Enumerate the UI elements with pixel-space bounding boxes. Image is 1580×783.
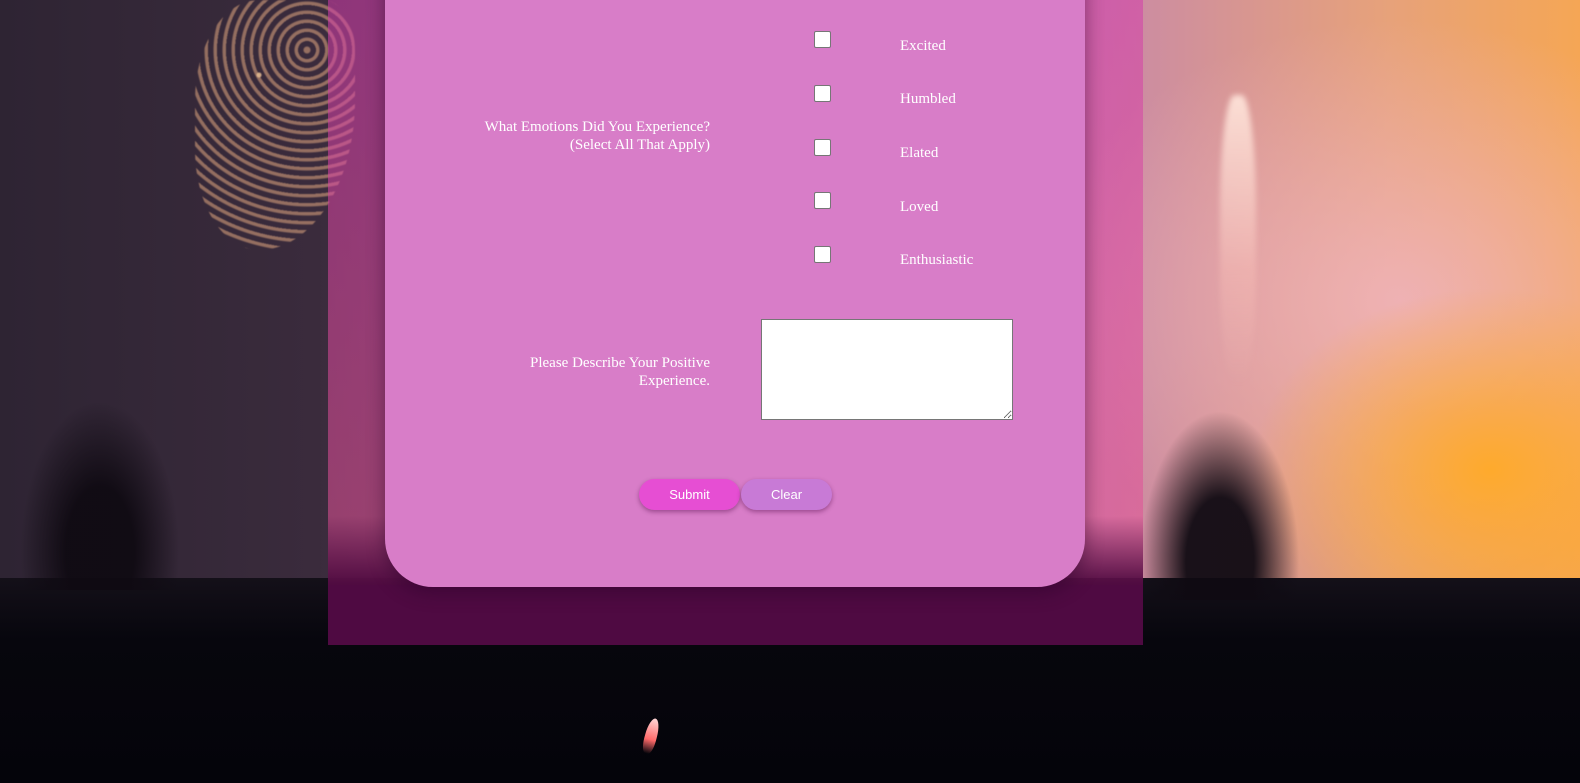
emotions-question-label: What Emotions Did You Experience? (Selec… [484, 119, 710, 153]
checkbox-loved[interactable] [814, 192, 831, 209]
option-label-elated: Elated [900, 145, 939, 161]
submit-button[interactable]: Submit [639, 479, 740, 510]
option-label-humbled: Humbled [900, 91, 956, 107]
checkbox-enthusiastic[interactable] [814, 246, 831, 263]
firework-trail [1220, 95, 1256, 385]
option-label-excited: Excited [900, 38, 946, 54]
experience-textarea[interactable] [761, 319, 1013, 420]
describe-question-label: Please Describe Your Positive Experience… [530, 355, 710, 389]
tree-silhouette [1140, 410, 1300, 600]
option-label-enthusiastic: Enthusiastic [900, 252, 974, 268]
checkbox-elated[interactable] [814, 139, 831, 156]
clear-button[interactable]: Clear [741, 479, 832, 510]
option-label-loved: Loved [900, 199, 939, 215]
firework-spark [640, 717, 662, 755]
tree-silhouette [20, 400, 180, 590]
checkbox-humbled[interactable] [814, 85, 831, 102]
checkbox-excited[interactable] [814, 31, 831, 48]
